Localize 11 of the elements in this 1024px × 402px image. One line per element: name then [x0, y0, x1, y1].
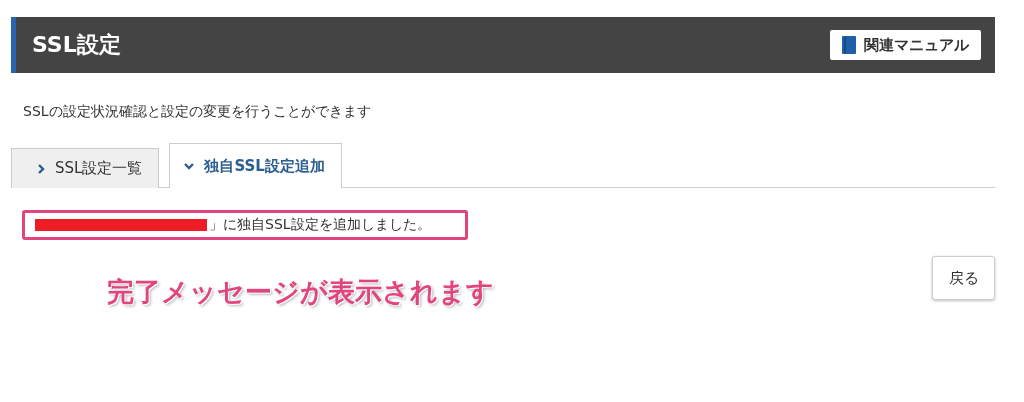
tab[interactable]: SSL設定一覧	[11, 148, 160, 188]
book-icon	[842, 36, 856, 54]
page-title: SSL設定	[32, 31, 121, 59]
annotation-text: 完了メッセージが表示されます	[107, 275, 494, 309]
tab[interactable]: 独自SSL設定追加	[169, 143, 342, 188]
chevron-down-icon	[184, 162, 195, 170]
description-text: SSLの設定状況確認と設定の変更を行うことができます	[23, 103, 372, 121]
manual-button[interactable]: 関連マニュアル	[830, 30, 981, 60]
back-button[interactable]: 戻る	[932, 256, 995, 300]
message-text: 」に独自SSL設定を追加しました。	[209, 216, 431, 234]
chevron-right-icon	[38, 163, 45, 174]
